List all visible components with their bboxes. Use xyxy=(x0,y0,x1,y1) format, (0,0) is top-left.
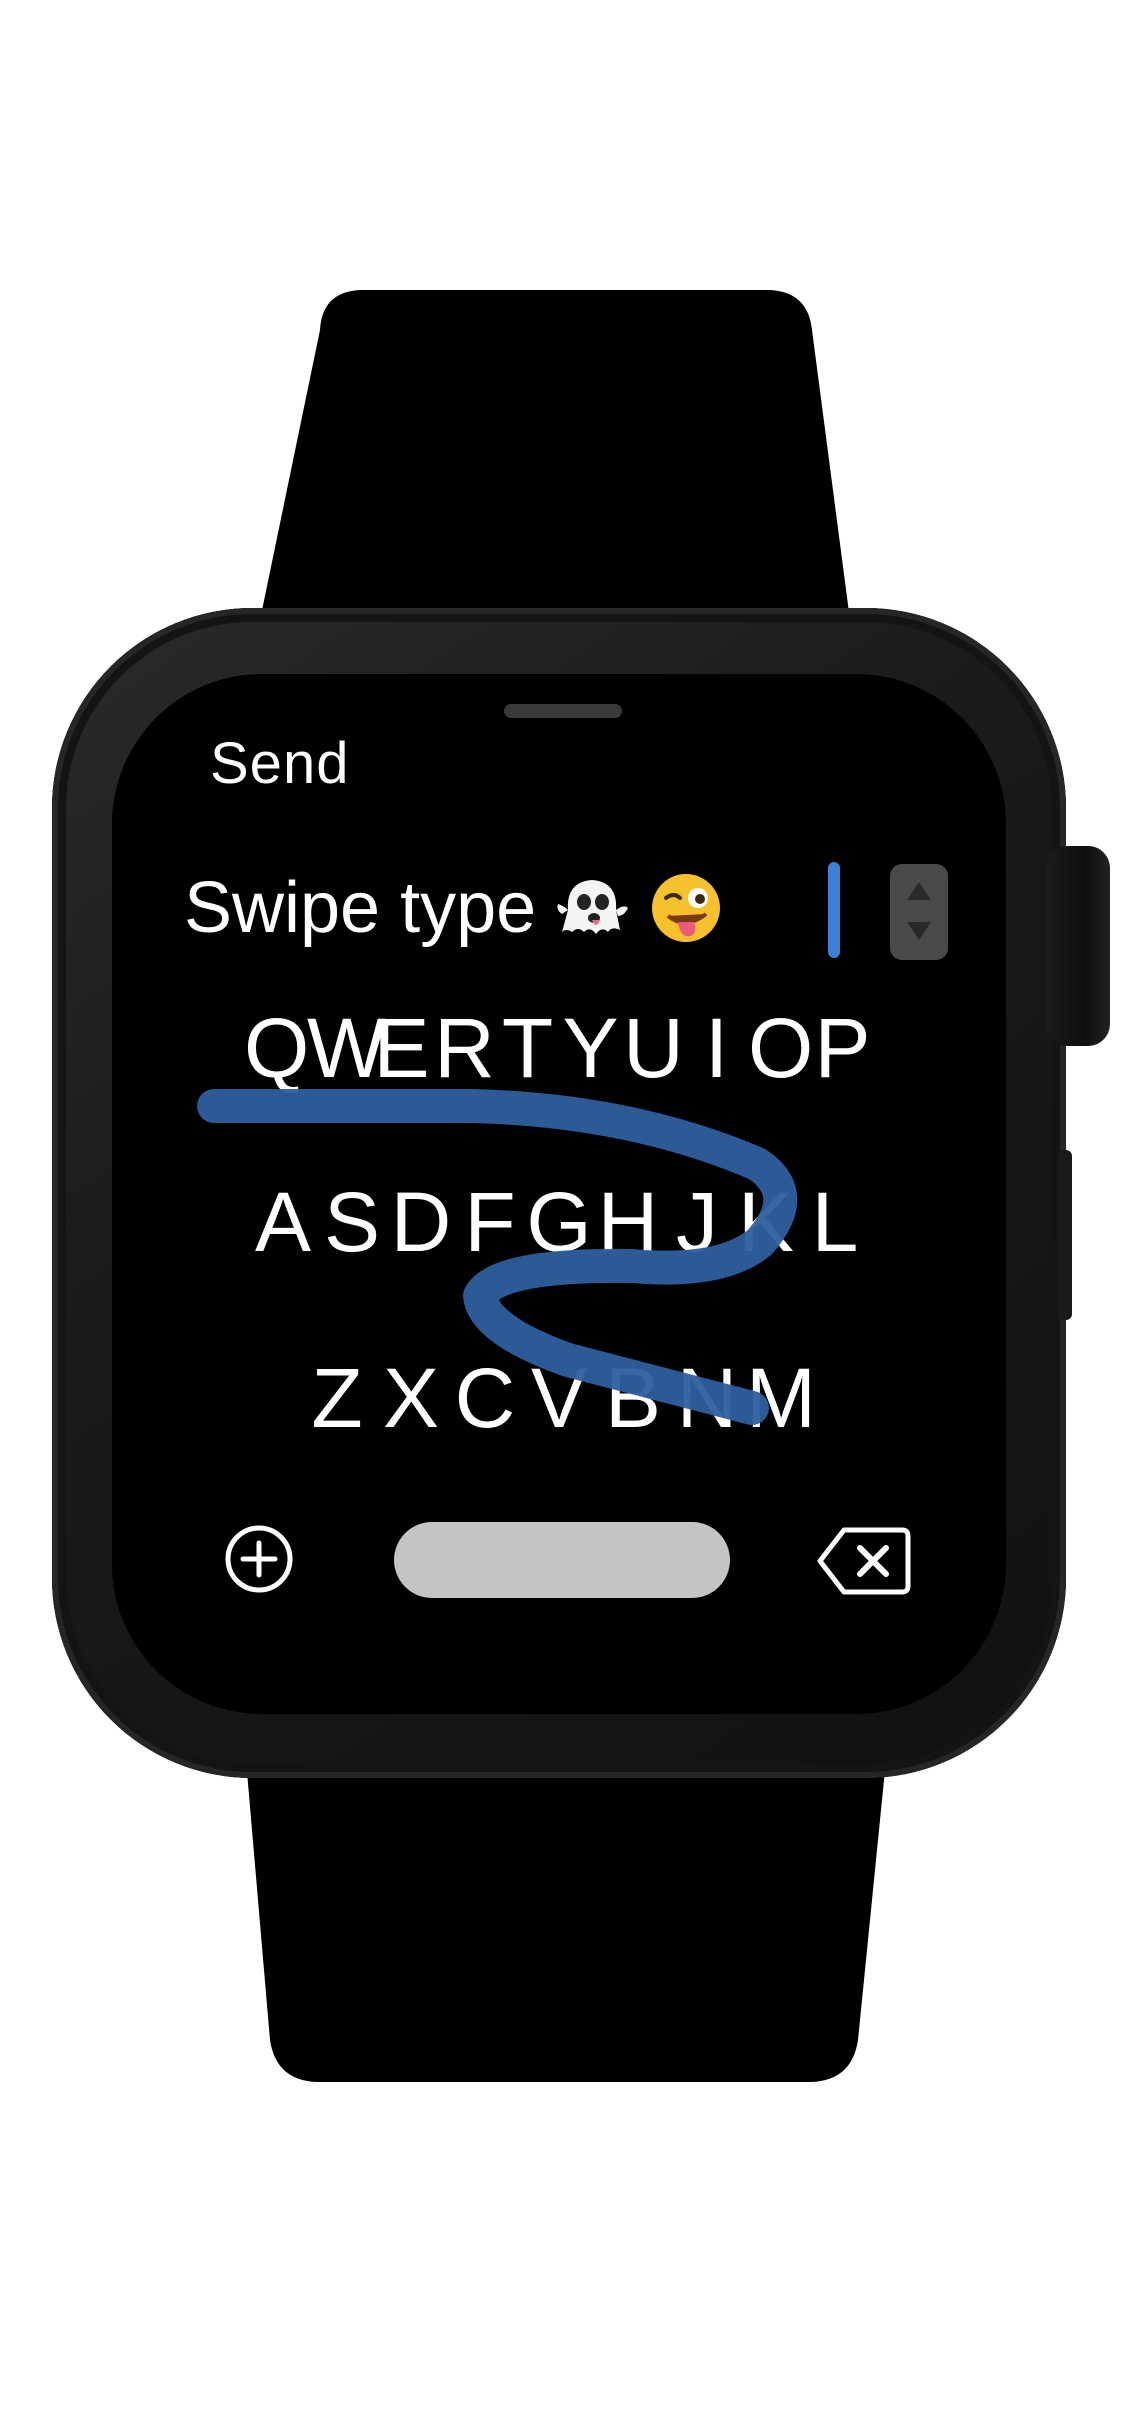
keyboard-row-1: Q W E R T Y U I O P xyxy=(112,1000,1006,1097)
compose-field[interactable]: Swipe type xyxy=(184,860,724,956)
key-i[interactable]: I xyxy=(685,1000,748,1097)
plus-circle-icon[interactable] xyxy=(224,1524,294,1594)
key-x[interactable]: X xyxy=(374,1350,448,1447)
key-e[interactable]: E xyxy=(370,1000,433,1097)
key-y[interactable]: Y xyxy=(559,1000,622,1097)
key-n[interactable]: N xyxy=(670,1350,744,1447)
space-bar[interactable] xyxy=(394,1522,730,1598)
stepper-up-icon[interactable] xyxy=(907,882,931,900)
up-down-stepper-icon[interactable] xyxy=(890,864,948,960)
key-s[interactable]: S xyxy=(318,1174,387,1271)
key-u[interactable]: U xyxy=(622,1000,685,1097)
key-t[interactable]: T xyxy=(496,1000,559,1097)
keyboard-row-2: A S D F G H J K L xyxy=(112,1174,1006,1271)
keyboard-row-3: Z X C V B N M xyxy=(112,1350,1006,1447)
winking-face-with-tongue-emoji-icon xyxy=(652,874,721,942)
key-c[interactable]: C xyxy=(448,1350,522,1447)
key-r[interactable]: R xyxy=(433,1000,496,1097)
key-j[interactable]: J xyxy=(663,1174,732,1271)
key-g[interactable]: G xyxy=(525,1174,594,1271)
key-m[interactable]: M xyxy=(744,1350,818,1447)
key-f[interactable]: F xyxy=(456,1174,525,1271)
key-v[interactable]: V xyxy=(522,1350,596,1447)
side-button[interactable] xyxy=(1058,1150,1072,1320)
key-l[interactable]: L xyxy=(801,1174,870,1271)
ghost-emoji-icon xyxy=(557,880,629,934)
key-h[interactable]: H xyxy=(594,1174,663,1271)
key-w[interactable]: W xyxy=(307,1000,386,1097)
send-button[interactable]: Send xyxy=(210,730,349,797)
key-k[interactable]: K xyxy=(732,1174,801,1271)
key-p[interactable]: P xyxy=(811,1000,874,1097)
key-a[interactable]: A xyxy=(249,1174,318,1271)
key-b[interactable]: B xyxy=(596,1350,670,1447)
text-cursor xyxy=(828,862,840,958)
key-z[interactable]: Z xyxy=(300,1350,374,1447)
key-d[interactable]: D xyxy=(387,1174,456,1271)
compose-text: Swipe type xyxy=(184,868,537,948)
sheet-grabber[interactable] xyxy=(504,704,622,718)
app-screenshot: Send Swipe type Q W E R T Y U I O P A S … xyxy=(0,0,1125,2436)
watch-screen: Send Swipe type Q W E R T Y U I O P A S … xyxy=(112,674,1006,1714)
digital-crown[interactable] xyxy=(1046,846,1110,1046)
key-q[interactable]: Q xyxy=(244,1000,309,1097)
backspace-icon[interactable] xyxy=(816,1524,912,1598)
stepper-down-icon[interactable] xyxy=(907,922,931,940)
key-o[interactable]: O xyxy=(748,1000,813,1097)
